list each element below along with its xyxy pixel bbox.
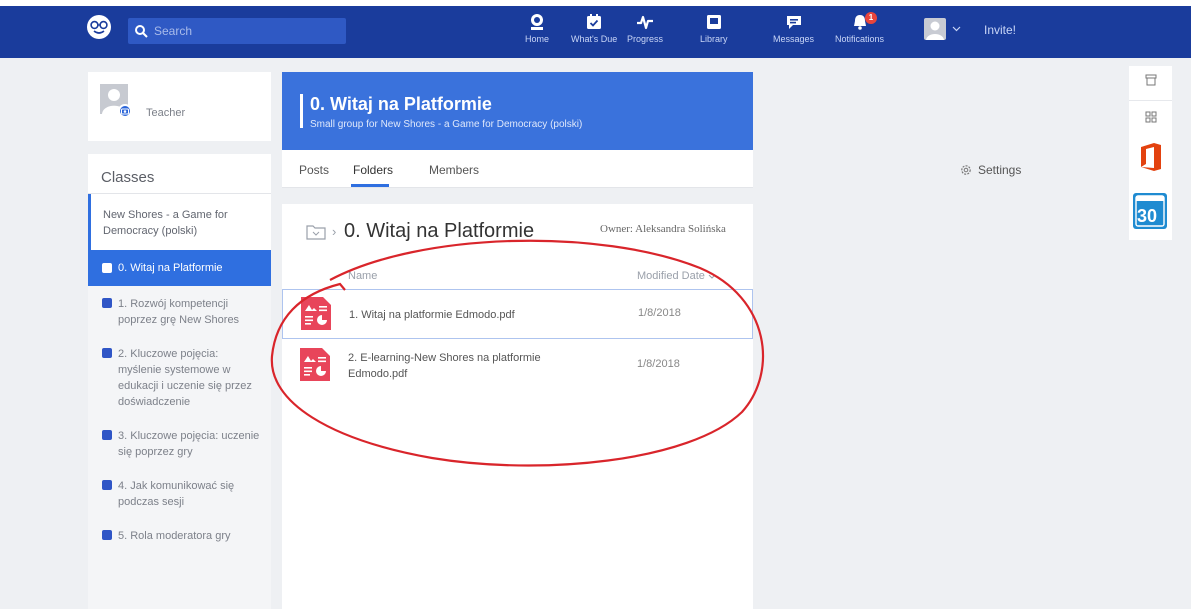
- chat-icon: [786, 16, 801, 29]
- class-item-label: 4. Jak komunikować się podczas sesji: [118, 480, 235, 508]
- class-square-icon: [102, 430, 112, 440]
- class-group[interactable]: New Shores - a Game for Democracy (polsk…: [88, 194, 271, 250]
- file-name[interactable]: 2. E-learning-New Shores na platformie E…: [348, 350, 568, 382]
- nav-library-label: Library: [700, 34, 728, 44]
- group-title: 0. Witaj na Platformie: [310, 94, 492, 114]
- nav-whats-due[interactable]: What's Due: [571, 13, 617, 44]
- library-icon: [706, 15, 721, 29]
- folder-icon[interactable]: [306, 224, 326, 240]
- home-icon: [531, 14, 543, 30]
- column-header-modified-label: Modified Date: [637, 270, 705, 282]
- grid-icon: [1145, 111, 1157, 123]
- class-item-3[interactable]: 3. Kluczowe pojęcia: uczenie się poprzez…: [88, 428, 271, 460]
- calendar-day: 30: [1137, 206, 1158, 226]
- search-input[interactable]: [154, 24, 334, 38]
- nav-whats-due-label: What's Due: [571, 34, 618, 44]
- search-icon: [135, 25, 148, 38]
- edmodo-logo-icon[interactable]: [86, 14, 112, 40]
- active-tab-underline: [351, 184, 389, 187]
- classes-title: Classes: [88, 154, 271, 194]
- notification-badge: 1: [865, 12, 877, 24]
- nav-library[interactable]: Library: [700, 13, 728, 44]
- class-square-icon: [102, 348, 112, 358]
- settings-label: Settings: [978, 163, 1022, 177]
- sort-chevron-icon: [708, 274, 716, 279]
- class-square-icon: [102, 298, 112, 308]
- rail-office-button[interactable]: [1129, 138, 1172, 180]
- class-square-icon: [102, 530, 112, 540]
- presentation-file-icon: [301, 297, 331, 330]
- class-item-5[interactable]: 5. Rola moderatora gry: [88, 528, 271, 544]
- tab-posts[interactable]: Posts: [299, 163, 329, 177]
- folder-panel: › 0. Witaj na Platformie Owner: Aleksand…: [282, 204, 753, 609]
- chevron-down-icon[interactable]: [952, 26, 961, 32]
- column-header-modified[interactable]: Modified Date: [637, 270, 716, 282]
- rail-store-button[interactable]: [1129, 66, 1172, 98]
- class-item-2[interactable]: 2. Kluczowe pojęcia: myślenie systemowe …: [88, 346, 271, 410]
- class-square-icon: [102, 263, 112, 273]
- search-box[interactable]: [128, 18, 346, 44]
- file-row[interactable]: 2. E-learning-New Shores na platformie E…: [282, 341, 753, 391]
- column-header-name[interactable]: Name: [348, 270, 377, 282]
- header-accent-bar: [300, 94, 303, 128]
- settings-button[interactable]: Settings: [960, 163, 1021, 177]
- store-icon: [1145, 74, 1157, 86]
- class-square-icon: [102, 480, 112, 490]
- class-item-label: 1. Rozwój kompetencji poprzez grę New Sh…: [118, 298, 240, 326]
- group-tabs: Posts Folders Members Settings: [282, 150, 1021, 188]
- gear-icon: [961, 165, 971, 175]
- invite-link[interactable]: Invite!: [984, 23, 1016, 37]
- folder-title: 0. Witaj na Platformie: [344, 220, 535, 242]
- user-avatar[interactable]: [924, 18, 946, 40]
- rail-apps-button[interactable]: [1129, 100, 1172, 132]
- tab-members[interactable]: Members: [429, 163, 479, 177]
- right-app-rail: 30: [1129, 66, 1172, 240]
- class-item-label: 0. Witaj na Platformie: [118, 262, 223, 274]
- rail-calendar-button[interactable]: 30: [1129, 190, 1172, 234]
- class-item-4[interactable]: 4. Jak komunikować się podczas sesji: [88, 478, 271, 510]
- nav-progress[interactable]: Progress: [627, 13, 663, 44]
- file-name[interactable]: 1. Witaj na platformie Edmodo.pdf: [349, 307, 569, 323]
- nav-home[interactable]: Home: [525, 13, 549, 44]
- class-item-label: 3. Kluczowe pojęcia: uczenie się poprzez…: [118, 430, 260, 458]
- classes-panel: Classes New Shores - a Game for Democrac…: [88, 154, 271, 609]
- nav-messages-label: Messages: [773, 34, 815, 44]
- class-item-1[interactable]: 1. Rozwój kompetencji poprzez grę New Sh…: [88, 296, 271, 328]
- class-item-label: 2. Kluczowe pojęcia: myślenie systemowe …: [118, 348, 252, 408]
- nav-progress-label: Progress: [627, 34, 664, 44]
- user-silhouette-icon: [926, 21, 944, 40]
- pulse-icon: [637, 15, 653, 30]
- presentation-file-icon: [300, 348, 330, 381]
- office-icon: [1141, 143, 1161, 171]
- nav-home-label: Home: [525, 34, 550, 44]
- nav-notifications-label: Notifications: [835, 34, 885, 44]
- file-row[interactable]: 1. Witaj na platformie Edmodo.pdf 1/8/20…: [282, 289, 753, 339]
- tab-folders[interactable]: Folders: [353, 163, 393, 177]
- group-header: 0. Witaj na Platformie Small group for N…: [282, 72, 753, 150]
- file-date: 1/8/2018: [638, 307, 681, 319]
- camera-icon[interactable]: [118, 104, 132, 118]
- folder-owner: Owner: Aleksandra Solińska: [600, 223, 726, 235]
- nav-messages[interactable]: Messages: [773, 13, 814, 44]
- breadcrumb-chevron-icon: ›: [332, 224, 337, 239]
- calendar-check-icon: [587, 14, 602, 29]
- file-date: 1/8/2018: [637, 358, 680, 370]
- class-item-label: 5. Rola moderatora gry: [118, 530, 231, 542]
- profile-role: Teacher: [146, 107, 186, 119]
- top-navigation-bar: Home What's Due Progress Library Message…: [0, 0, 1191, 58]
- profile-card: Teacher: [88, 72, 271, 141]
- class-item-0[interactable]: 0. Witaj na Platformie: [88, 250, 271, 286]
- group-subtitle: Small group for New Shores - a Game for …: [310, 119, 583, 130]
- top-rim: [0, 0, 1191, 6]
